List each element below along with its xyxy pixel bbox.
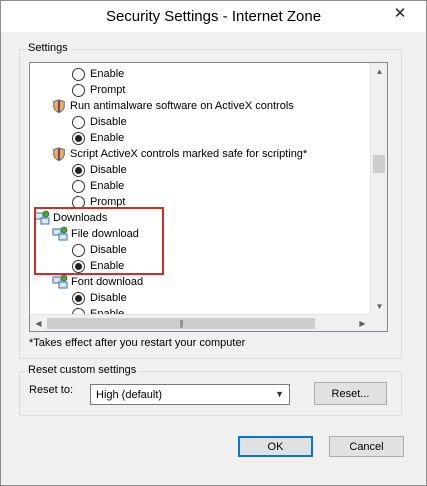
reset-to-select[interactable]: High (default) ▼	[90, 384, 290, 405]
security-settings-dialog: Security Settings - Internet Zone ✕ Sett…	[0, 0, 427, 486]
network-icon	[52, 274, 68, 289]
radio-option-enable[interactable]: Enable	[72, 178, 124, 194]
radio-option-enable[interactable]: Enable	[72, 130, 124, 146]
setting-label: Script ActiveX controls marked safe for …	[70, 148, 308, 160]
radio-label[interactable]: Enable	[90, 68, 124, 80]
shield-icon	[53, 147, 65, 162]
radio-option-prompt[interactable]: Prompt	[72, 82, 125, 98]
settings-group-label: Settings	[26, 42, 70, 54]
radio-label[interactable]: Disable	[90, 292, 127, 304]
horizontal-scrollbar[interactable]: ◀ ||| ▶	[30, 314, 371, 331]
radio-label[interactable]: Enable	[90, 132, 124, 144]
chevron-down-icon: ▼	[275, 389, 284, 399]
reset-group-label: Reset custom settings	[26, 364, 139, 376]
radio-unchecked-icon[interactable]	[72, 179, 85, 193]
radio-unchecked-icon[interactable]	[72, 67, 85, 81]
shield-icon	[53, 99, 65, 114]
vertical-scroll-thumb[interactable]	[373, 155, 385, 173]
scrollbar-corner	[370, 314, 387, 331]
radio-option-disable[interactable]: Disable	[72, 114, 127, 130]
scroll-left-arrow-icon[interactable]: ◀	[30, 315, 47, 331]
setting-label: Font download	[71, 276, 144, 288]
reset-to-label: Reset to:	[29, 384, 74, 396]
scroll-up-arrow-icon[interactable]: ▲	[371, 63, 387, 80]
radio-unchecked-icon[interactable]	[72, 115, 85, 129]
scroll-right-arrow-icon[interactable]: ▶	[354, 315, 371, 331]
radio-checked-icon[interactable]	[72, 131, 85, 145]
setting-label: Run antimalware software on ActiveX cont…	[70, 100, 294, 112]
reset-to-value: High (default)	[96, 388, 163, 401]
reset-button[interactable]: Reset...	[314, 382, 387, 405]
restart-note: *Takes effect after you restart your com…	[29, 337, 246, 349]
window-title: Security Settings - Internet Zone	[105, 8, 322, 25]
radio-checked-icon[interactable]	[72, 291, 85, 305]
radio-option-enable[interactable]: Enable	[72, 66, 124, 82]
title-bar: Security Settings - Internet Zone ✕	[1, 1, 426, 32]
downloads-highlight-box	[34, 207, 164, 275]
vertical-scrollbar[interactable]: ▲ ▼	[370, 63, 387, 315]
radio-unchecked-icon[interactable]	[72, 83, 85, 97]
scroll-down-arrow-icon[interactable]: ▼	[371, 298, 387, 315]
settings-list[interactable]: Enable Prompt Run antimalware software on …	[29, 62, 388, 332]
settings-item: Script ActiveX controls marked safe for …	[52, 146, 307, 162]
close-button[interactable]: ✕	[385, 2, 415, 24]
horizontal-scroll-thumb[interactable]: |||	[47, 318, 315, 329]
radio-label[interactable]: Prompt	[90, 84, 125, 96]
radio-label[interactable]: Enable	[90, 180, 124, 192]
settings-item: Run antimalware software on ActiveX cont…	[52, 98, 294, 114]
radio-checked-icon[interactable]	[72, 163, 85, 177]
ok-button[interactable]: OK	[238, 436, 313, 457]
radio-option-disable[interactable]: Disable	[72, 162, 127, 178]
cancel-button[interactable]: Cancel	[329, 436, 404, 457]
radio-label[interactable]: Disable	[90, 116, 127, 128]
settings-item: Font download	[52, 274, 143, 290]
close-icon: ✕	[393, 4, 407, 22]
radio-label[interactable]: Disable	[90, 164, 127, 176]
radio-option-disable[interactable]: Disable	[72, 290, 127, 306]
settings-list-content: Enable Prompt Run antimalware software on …	[30, 63, 371, 315]
